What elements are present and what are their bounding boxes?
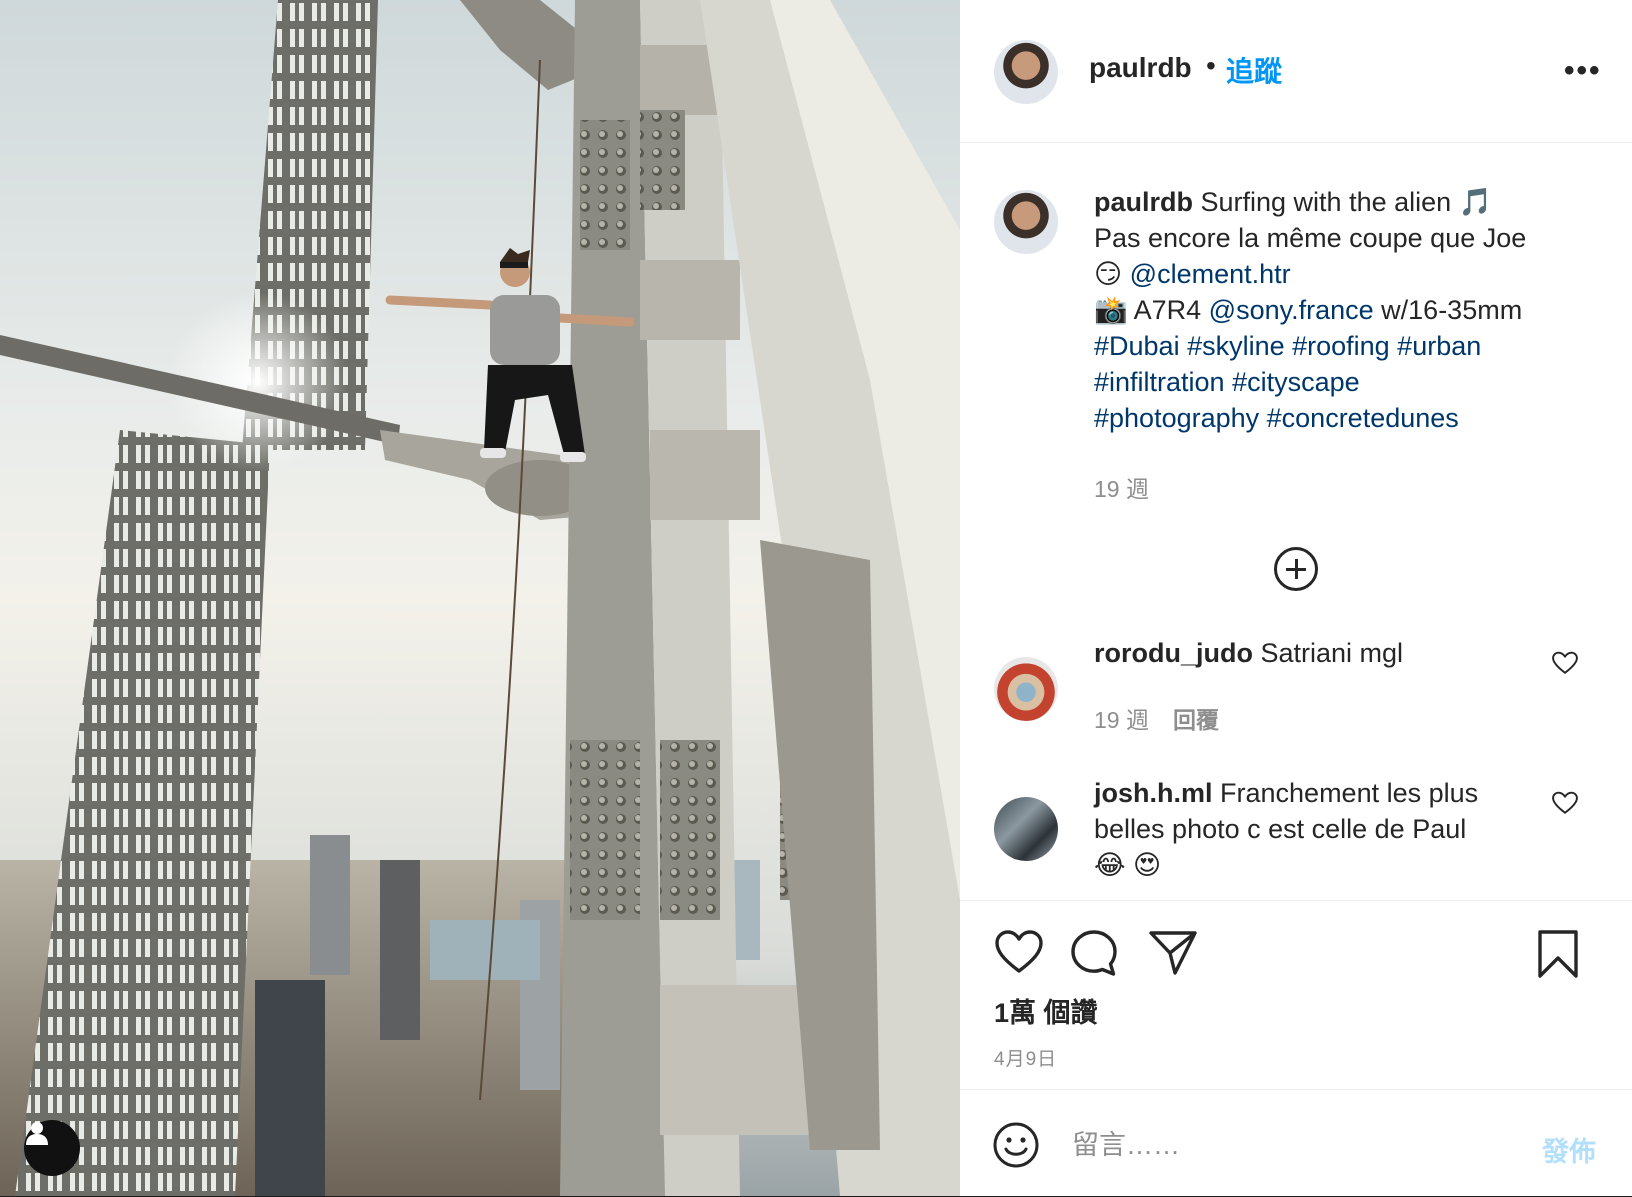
user-icon [26,1122,48,1145]
follow-button[interactable]: 追蹤 [1226,50,1282,90]
hashtag-links[interactable]: #Dubai #skyline #roofing #urban [1094,331,1481,361]
caption-line1: Surfing with the alien 🎵 [1193,187,1493,217]
bookmark-icon[interactable] [1536,929,1580,979]
commenter-username[interactable]: josh.h.ml [1094,778,1213,808]
header-separator: • [1206,50,1216,81]
comment-like-heart-icon[interactable] [1552,791,1578,815]
post-photo[interactable] [0,0,960,1196]
mention-link[interactable]: @sony.france [1209,295,1374,325]
comment-icon[interactable] [1070,929,1118,977]
post-date[interactable]: 4月9日 [994,1044,1057,1071]
tagged-users-button[interactable] [24,1120,80,1176]
likes-count[interactable]: 1萬 個讚 [994,991,1098,1030]
comment-composer: 發佈 [960,1089,1632,1197]
post-header: paulrdb • 追蹤 ••• [960,0,1632,143]
more-horizontal-icon[interactable]: ••• [1564,54,1602,88]
comments-list[interactable]: paulrdb Surfing with the alien 🎵 Pas enc… [960,143,1632,900]
commenter-avatar[interactable] [994,797,1058,861]
post-side-panel: paulrdb • 追蹤 ••• paulrdb Surfing with th… [960,0,1632,1196]
comment-input[interactable] [1070,1120,1514,1170]
caption-line2: Pas encore la même coupe que Joe [1094,223,1527,253]
photo-scene [0,0,960,1196]
commenter-avatar[interactable] [994,657,1058,721]
caption-camera: 📸 A7R4 [1094,295,1209,325]
heart-icon[interactable] [994,929,1044,975]
caption-timestamp[interactable]: 19 週 [1094,470,1149,504]
comment-emojis: 😂 😍 [1094,850,1162,880]
author-username[interactable]: paulrdb [1089,52,1192,84]
caption-lens: w/16-35mm [1373,295,1523,325]
comment-text: rorodu_judo Satriani mgl [1094,635,1534,671]
caption-text: paulrdb Surfing with the alien 🎵 Pas enc… [1094,184,1604,436]
mention-link[interactable]: @clement.htr [1130,259,1291,289]
comment-text: josh.h.ml Franchement les plus belles ph… [1094,775,1534,883]
hashtag-links[interactable]: #photography #concretedunes [1094,403,1459,433]
reply-button[interactable]: 回覆 [1173,707,1219,733]
commenter-username[interactable]: rorodu_judo [1094,638,1253,668]
paper-plane-icon[interactable] [1148,929,1198,977]
smiley-icon[interactable] [992,1121,1040,1169]
plus-circle-icon[interactable] [1274,547,1318,591]
comment-timestamp[interactable]: 19 週 [1094,707,1149,733]
caption-avatar[interactable] [994,190,1058,254]
author-avatar[interactable] [994,40,1058,104]
action-bar: 1萬 個讚 4月9日 [960,900,1632,1091]
caption-emoji: 😏 [1094,259,1130,289]
caption-username[interactable]: paulrdb [1094,187,1193,217]
comment-meta: 19 週回覆 [1094,701,1219,735]
hashtag-links[interactable]: #infiltration #cityscape [1094,367,1360,397]
comment-body: Satriani mgl [1252,638,1404,668]
post-comment-button[interactable]: 發佈 [1542,1130,1596,1169]
comment-like-heart-icon[interactable] [1552,651,1578,675]
